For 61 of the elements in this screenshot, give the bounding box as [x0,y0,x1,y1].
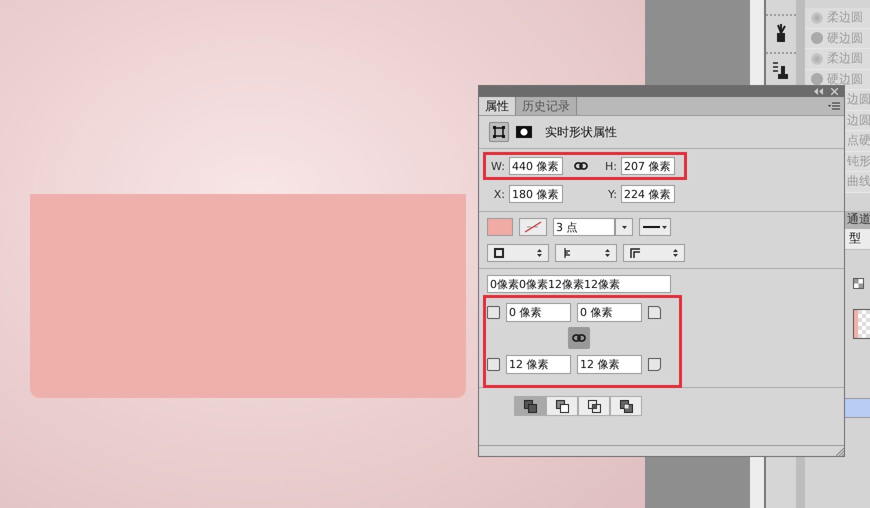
top-left-corner-icon [487,306,500,318]
overlap-squares-icon [588,400,600,412]
cap-icon [562,248,572,258]
checker-icon[interactable] [853,278,864,289]
bottom-left-radius-field[interactable]: 12 像素 [506,354,571,374]
spinner-arrows-icon [673,249,678,257]
x-label: X: [492,188,505,200]
bottom-right-radius-field[interactable]: 12 像素 [577,354,642,374]
spinner-arrows-icon [605,249,610,257]
join-icon [630,248,640,258]
top-right-corner-icon [648,306,661,318]
soft-brush-icon [811,12,823,24]
subtract-shapes-button[interactable] [546,396,578,416]
spinner-arrows-icon [537,249,542,257]
y-label: Y: [607,188,617,200]
overlap-squares-icon [524,400,536,412]
stamp-icon[interactable] [772,61,790,81]
no-stroke-icon [524,221,542,233]
soft-brush-icon [811,52,823,65]
link-button[interactable] [568,327,590,349]
shape-mode-button[interactable] [489,122,509,142]
top-left-radius-field[interactable]: 0 像素 [506,302,571,322]
resize-grip-icon[interactable] [836,448,844,456]
collapse-icon[interactable] [814,88,823,95]
chain-link-icon [574,162,588,170]
height-label: H: [604,160,617,172]
stroke-width-field[interactable]: 3 点 [553,218,615,236]
solid-line-icon [643,225,667,229]
overlap-squares-icon [556,400,568,412]
exclude-shapes-button[interactable] [610,396,642,416]
corner-radius-summary-field[interactable]: 0像素0像素12像素12像素 [487,275,671,293]
stroke-width-dropdown[interactable] [615,218,633,236]
chain-link-icon [572,334,586,342]
height-field[interactable]: 207 像素 [621,157,675,175]
corner-join-dropdown[interactable] [623,244,685,262]
menu-icon[interactable] [828,102,840,110]
caret-icon [622,226,626,228]
combine-shapes-button[interactable] [514,396,546,416]
fill-color-swatch[interactable] [487,218,513,236]
transform-icon [493,126,505,138]
bottom-right-corner-icon [648,358,661,370]
stroke-color-button[interactable] [519,218,547,236]
line-cap-dropdown[interactable] [555,244,617,262]
hard-brush-icon [811,73,823,86]
square-frame-icon [494,248,504,258]
top-right-radius-field[interactable]: 0 像素 [577,302,642,322]
hard-brush-icon [811,32,823,44]
mask-icon [516,126,532,138]
stroke-align-dropdown[interactable] [487,244,549,262]
line-style-dropdown[interactable] [639,218,671,236]
width-label: W: [490,160,505,172]
panel-tab[interactable]: 属性 [479,97,516,115]
close-icon[interactable] [831,88,838,95]
intersect-shapes-button[interactable] [578,396,610,416]
x-position-field[interactable]: 180 像素 [509,185,563,203]
bottom-left-corner-icon [487,358,500,370]
y-position-field[interactable]: 224 像素 [621,185,675,203]
overlap-squares-icon [620,400,632,412]
panel-title: 实时形状属性 [545,124,617,140]
width-field[interactable]: 440 像素 [509,157,563,175]
layer-thumbnail [853,308,870,338]
